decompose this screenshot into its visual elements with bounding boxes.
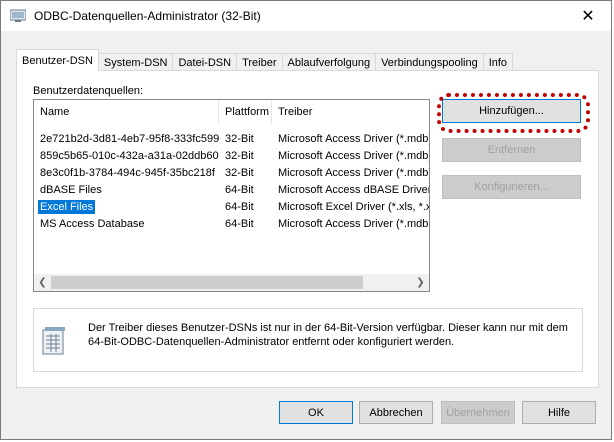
row-name: 859c5b65-010c-432a-a31a-02ddb60f	[40, 150, 219, 162]
tab-system-dsn[interactable]: System-DSN	[97, 53, 174, 71]
table-row-selected[interactable]: Excel Files 64-Bit Microsoft Excel Drive…	[34, 199, 429, 216]
row-platform: 32-Bit	[225, 167, 254, 179]
row-name: Excel Files	[34, 199, 219, 216]
table-row[interactable]: 2e721b2d-3d81-4eb7-95f8-333fc599 32-Bit …	[34, 131, 429, 148]
column-header-platform[interactable]: Plattform	[219, 100, 272, 124]
tab-ablaufverfolgung[interactable]: Ablaufverfolgung	[281, 53, 377, 71]
scroll-right-icon[interactable]: ❯	[412, 274, 429, 291]
scrollbar-thumb[interactable]	[51, 276, 363, 289]
selected-row-name: Excel Files	[38, 200, 96, 214]
info-box: Der Treiber dieses Benutzer-DSNs ist nur…	[33, 308, 583, 372]
list-header: Name Plattform Treiber	[34, 100, 429, 124]
dsn-list[interactable]: Name Plattform Treiber 2e721b2d-3d81-4eb…	[33, 99, 430, 292]
row-driver: Microsoft Access Driver (*.mdb,	[278, 218, 429, 230]
table-row[interactable]: 8e3c0f1b-3784-494c-945f-35bc218f 32-Bit …	[34, 165, 429, 182]
configure-button[interactable]: Konfigurieren...	[442, 175, 581, 199]
odbc-app-icon	[10, 9, 26, 22]
apply-button[interactable]: Übernehmen	[441, 401, 515, 424]
section-label: Benutzerdatenquellen:	[33, 85, 144, 97]
row-platform: 64-Bit	[225, 218, 254, 230]
row-name: 8e3c0f1b-3784-494c-945f-35bc218f	[40, 167, 215, 179]
column-header-driver[interactable]: Treiber	[272, 100, 429, 124]
row-driver: Microsoft Access dBASE Driver	[278, 184, 429, 196]
title-bar[interactable]: ODBC-Datenquellen-Administrator (32-Bit)…	[1, 1, 611, 31]
row-driver: Microsoft Access Driver (*.mdb)	[278, 167, 429, 179]
user-dsn-panel: Benutzerdatenquellen: Name Plattform Tre…	[16, 70, 599, 388]
database-info-icon	[42, 327, 65, 355]
info-text: Der Treiber dieses Benutzer-DSNs ist nur…	[88, 322, 568, 348]
row-driver: Microsoft Access Driver (*.mdb)	[278, 133, 429, 145]
row-driver: Microsoft Excel Driver (*.xls, *.xls	[278, 201, 429, 213]
row-platform: 64-Bit	[225, 201, 254, 213]
tab-benutzer-dsn[interactable]: Benutzer-DSN	[16, 49, 99, 71]
scroll-left-icon[interactable]: ❮	[34, 274, 51, 291]
window-title: ODBC-Datenquellen-Administrator (32-Bit)	[34, 9, 261, 23]
tab-strip: Benutzer-DSN System-DSN Datei-DSN Treibe…	[16, 49, 514, 71]
cancel-button[interactable]: Abbrechen	[359, 401, 433, 424]
row-platform: 64-Bit	[225, 184, 254, 196]
ok-button[interactable]: OK	[279, 401, 353, 424]
table-row[interactable]: dBASE Files 64-Bit Microsoft Access dBAS…	[34, 182, 429, 199]
horizontal-scrollbar[interactable]: ❮ ❯	[34, 274, 429, 291]
table-row[interactable]: MS Access Database 64-Bit Microsoft Acce…	[34, 216, 429, 233]
tab-verbindungspooling[interactable]: Verbindungspooling	[375, 53, 484, 71]
add-button[interactable]: Hinzufügen...	[442, 99, 581, 123]
row-platform: 32-Bit	[225, 150, 254, 162]
table-row[interactable]: 859c5b65-010c-432a-a31a-02ddb60f 32-Bit …	[34, 148, 429, 165]
tab-info[interactable]: Info	[482, 53, 514, 71]
row-name: dBASE Files	[40, 184, 102, 196]
odbc-admin-window: ODBC-Datenquellen-Administrator (32-Bit)…	[0, 0, 612, 440]
column-header-name[interactable]: Name	[34, 100, 219, 124]
tab-datei-dsn[interactable]: Datei-DSN	[172, 53, 238, 71]
row-platform: 32-Bit	[225, 133, 254, 145]
row-driver: Microsoft Access Driver (*.mdb)	[278, 150, 429, 162]
close-button[interactable]: ✕	[565, 1, 611, 31]
tab-treiber[interactable]: Treiber	[236, 53, 283, 71]
remove-button[interactable]: Entfernen	[442, 138, 581, 162]
help-button[interactable]: Hilfe	[522, 401, 596, 424]
row-name: 2e721b2d-3d81-4eb7-95f8-333fc599	[40, 133, 219, 145]
row-name: MS Access Database	[40, 218, 145, 230]
